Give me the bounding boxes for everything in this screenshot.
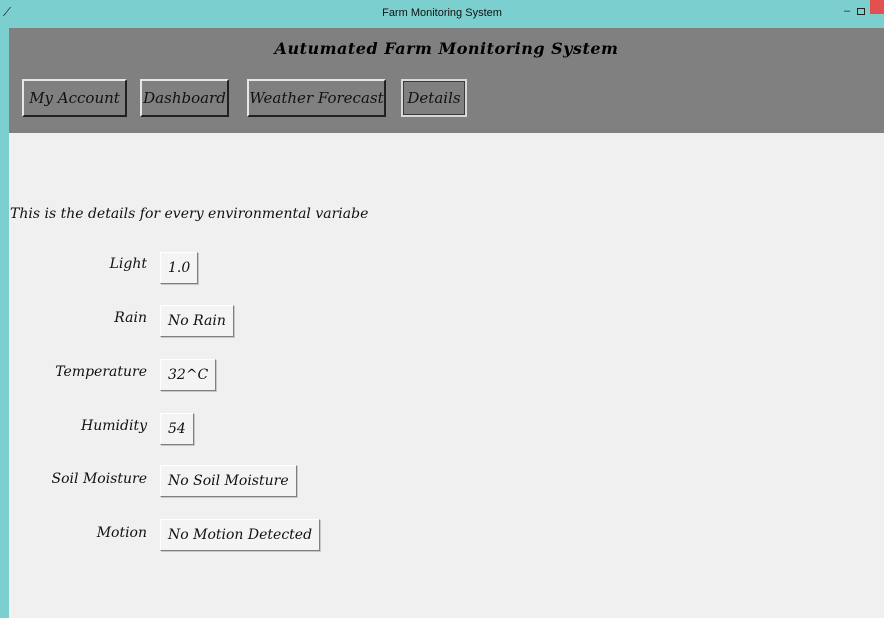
- window-titlebar[interactable]: ⁄ Farm Monitoring System –: [0, 0, 884, 28]
- details-button[interactable]: Details: [401, 79, 467, 117]
- humidity-value[interactable]: 54: [160, 413, 194, 445]
- temperature-label: Temperature: [55, 364, 147, 380]
- motion-value[interactable]: No Motion Detected: [160, 519, 321, 551]
- light-label: Light: [109, 256, 147, 272]
- details-description: This is the details for every environmen…: [10, 206, 369, 222]
- rain-value[interactable]: No Rain: [160, 305, 234, 337]
- minimize-icon[interactable]: –: [844, 5, 850, 17]
- window-title: Farm Monitoring System: [382, 7, 502, 19]
- soil-moisture-value[interactable]: No Soil Moisture: [160, 465, 297, 497]
- soil-moisture-label: Soil Moisture: [51, 471, 147, 487]
- rain-label: Rain: [114, 310, 147, 326]
- my-account-button[interactable]: My Account: [22, 79, 127, 117]
- humidity-label: Humidity: [81, 418, 147, 434]
- dashboard-button[interactable]: Dashboard: [140, 79, 229, 117]
- app-header: Autumated Farm Monitoring System My Acco…: [9, 28, 884, 133]
- close-icon[interactable]: [870, 0, 884, 14]
- window-left-border: [0, 28, 9, 618]
- maximize-icon[interactable]: [857, 8, 865, 15]
- weather-forecast-button[interactable]: Weather Forecast: [247, 79, 386, 117]
- app-title: Autumated Farm Monitoring System: [274, 39, 619, 58]
- light-value[interactable]: 1.0: [160, 252, 199, 284]
- motion-label: Motion: [96, 525, 147, 541]
- temperature-value[interactable]: 32^C: [160, 359, 217, 391]
